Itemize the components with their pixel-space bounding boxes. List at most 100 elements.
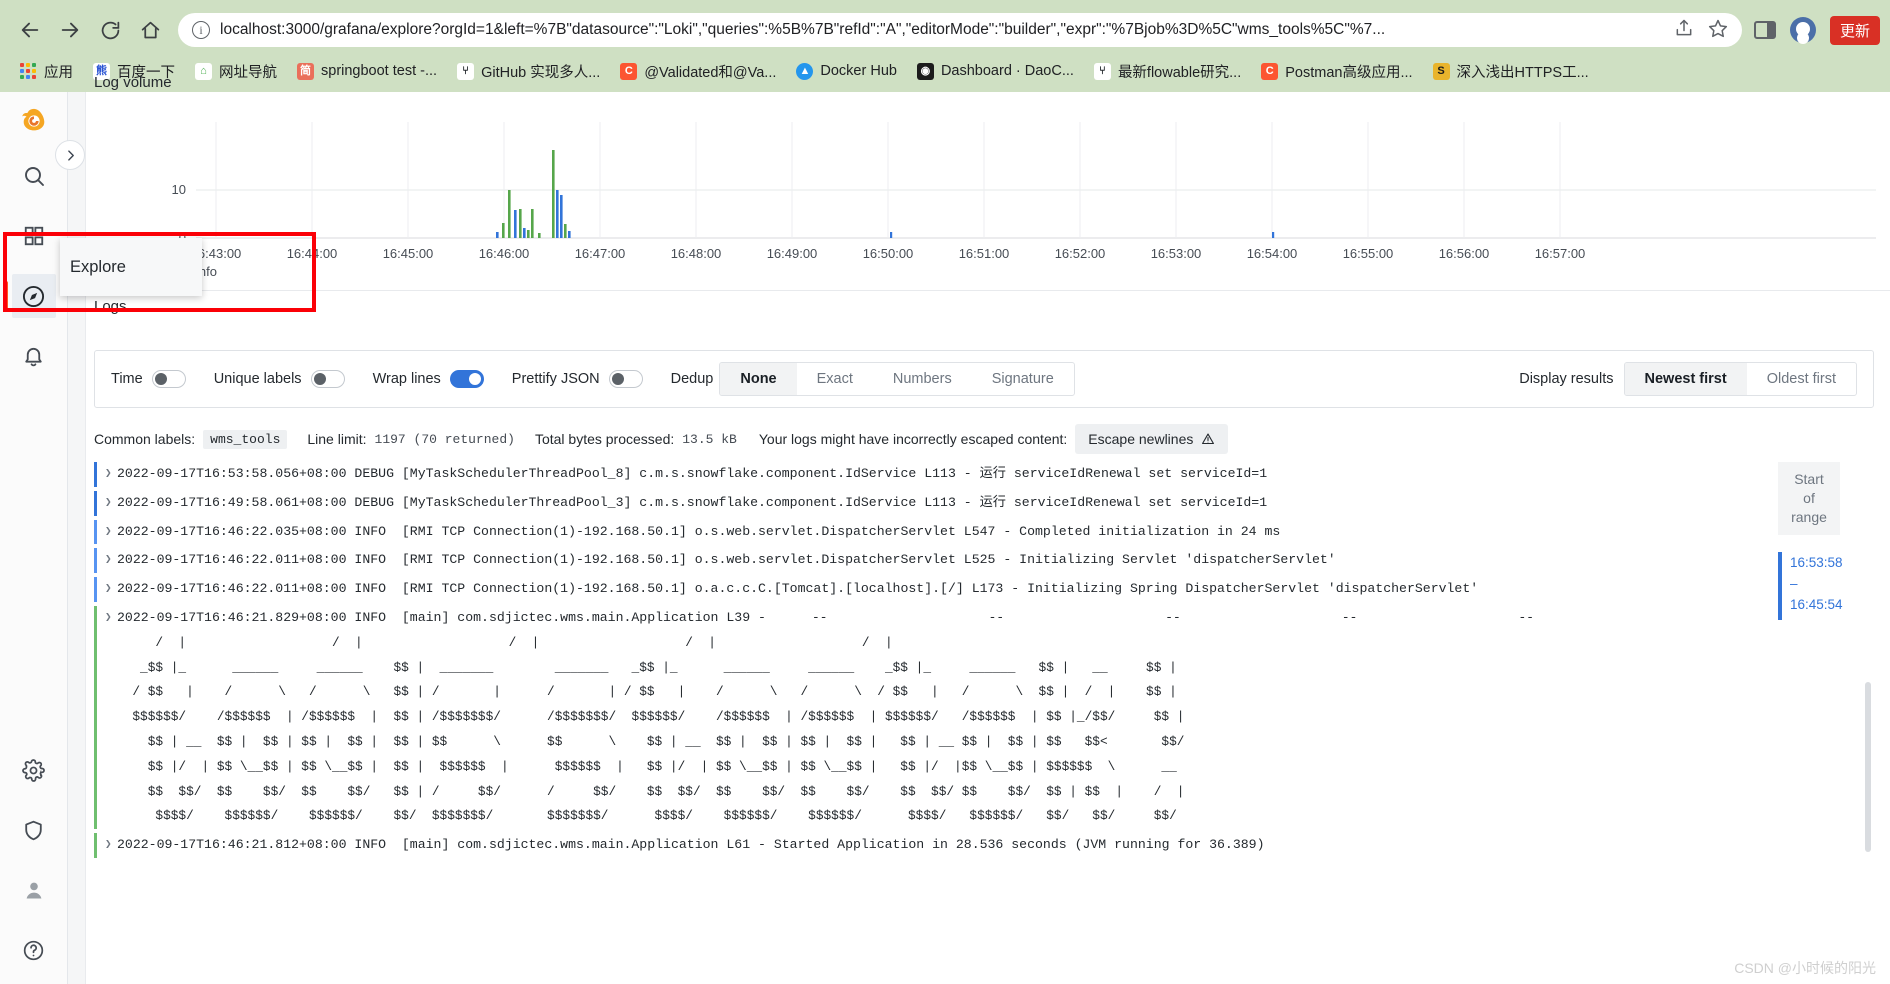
bookmark-label: GitHub 实现多人...: [481, 61, 600, 82]
bookmark-label: Dashboard · DaoC...: [941, 63, 1074, 79]
site-info-icon[interactable]: i: [192, 21, 210, 39]
chevron-right-icon[interactable]: ❯: [105, 548, 117, 573]
svg-text:16:48:00: 16:48:00: [671, 246, 722, 261]
sidebar-item-search[interactable]: [12, 154, 56, 198]
log-line-text: 2022-09-17T16:46:22.035+08:00 INFO [RMI …: [117, 520, 1754, 545]
sidebar-secondary-rail: [68, 92, 86, 984]
chevron-right-icon[interactable]: ❯: [105, 520, 117, 545]
vertical-scrollbar[interactable]: [1865, 682, 1871, 852]
wrap-lines-toggle-group[interactable]: Wrap lines: [373, 370, 484, 388]
escape-warning-text: Your logs might have incorrectly escaped…: [759, 431, 1067, 447]
common-labels-value[interactable]: wms_tools: [203, 430, 287, 449]
home-icon[interactable]: [130, 10, 170, 50]
bookmark-item[interactable]: C Postman高级应用...: [1253, 57, 1420, 86]
share-icon[interactable]: [1674, 18, 1694, 43]
prettify-json-toggle-group[interactable]: Prettify JSON: [512, 370, 643, 388]
range-separator: –: [1790, 573, 1843, 594]
sidebar-item-dashboards[interactable]: [12, 214, 56, 258]
bookmarks-bar: 应用 熊 百度一下 ⌂ 网址导航 简 springboot test -... …: [0, 50, 1890, 92]
log-level-bar: [94, 491, 97, 516]
sidebar-item-configuration[interactable]: [12, 748, 56, 792]
github-icon: ⑂: [457, 63, 474, 80]
dedup-option-exact[interactable]: Exact: [797, 363, 873, 395]
grafana-logo[interactable]: [17, 104, 51, 138]
svg-text:16:56:00: 16:56:00: [1439, 246, 1490, 261]
display-results-label: Display results: [1519, 371, 1613, 387]
profile-avatar-icon[interactable]: [1790, 17, 1816, 43]
reload-icon[interactable]: [90, 10, 130, 50]
sidebar-item-alerting[interactable]: [12, 334, 56, 378]
explore-tooltip: Explore: [60, 238, 202, 296]
logs-panel-title: Logs: [94, 298, 127, 315]
order-radio-group[interactable]: Newest first Oldest first: [1624, 362, 1858, 396]
table-row[interactable]: ❯ 2022-09-17T16:46:21.829+08:00 INFO [ma…: [94, 604, 1754, 831]
table-row[interactable]: ❯ 2022-09-17T16:46:22.011+08:00 INFO [RM…: [94, 575, 1754, 604]
bookmark-item[interactable]: ▲ Docker Hub: [788, 59, 905, 84]
svg-text:16:45:00: 16:45:00: [383, 246, 434, 261]
chevron-right-icon[interactable]: ❯: [105, 491, 117, 516]
table-row[interactable]: ❯ 2022-09-17T16:46:22.011+08:00 INFO [RM…: [94, 546, 1754, 575]
bookmark-star-icon[interactable]: [1708, 18, 1728, 43]
wrap-lines-toggle[interactable]: [450, 370, 484, 388]
svg-text:16:55:00: 16:55:00: [1343, 246, 1394, 261]
time-toggle[interactable]: [152, 370, 186, 388]
table-row[interactable]: ❯ 2022-09-17T16:46:22.035+08:00 INFO [RM…: [94, 518, 1754, 547]
chevron-right-icon[interactable]: ❯: [105, 833, 117, 858]
prettify-json-toggle[interactable]: [609, 370, 643, 388]
side-panel-icon[interactable]: [1754, 21, 1776, 39]
bookmark-item[interactable]: C @Validated和@Va...: [612, 57, 784, 86]
table-row[interactable]: ❯ 2022-09-17T16:53:58.056+08:00 DEBUG [M…: [94, 460, 1754, 489]
log-volume-chart[interactable]: 10 0: [86, 102, 1876, 262]
escape-newlines-button[interactable]: Escape newlines: [1075, 424, 1228, 454]
bookmark-item[interactable]: ⑂ GitHub 实现多人...: [449, 57, 608, 86]
sidebar-item-explore[interactable]: [12, 274, 56, 318]
log-level-bar: [94, 520, 97, 545]
address-bar[interactable]: i localhost:3000/grafana/explore?orgId=1…: [178, 13, 1742, 47]
back-arrow-icon[interactable]: [10, 10, 50, 50]
chevron-right-icon[interactable]: ❯: [105, 606, 117, 631]
sidebar-item-server-admin[interactable]: [12, 808, 56, 852]
sidebar-item-profile[interactable]: [12, 868, 56, 912]
sidebar-item-help[interactable]: [12, 928, 56, 972]
bookmark-item[interactable]: S 深入浅出HTTPS工...: [1425, 57, 1597, 86]
bookmark-label: Docker Hub: [820, 63, 897, 79]
range-start-time: 16:53:58: [1790, 552, 1843, 573]
bookmark-item[interactable]: 应用: [12, 57, 81, 86]
bookmark-label: @Validated和@Va...: [644, 61, 776, 82]
dedup-option-none[interactable]: None: [720, 363, 796, 395]
common-labels-label: Common labels:: [94, 431, 195, 447]
bookmark-label: 应用: [44, 61, 73, 82]
table-row[interactable]: ❯ 2022-09-17T16:46:21.812+08:00 INFO [ma…: [94, 831, 1754, 860]
order-option-newest-first[interactable]: Newest first: [1625, 363, 1747, 395]
range-marker-times: 16:53:58 – 16:45:54: [1790, 552, 1843, 615]
update-button[interactable]: 更新: [1830, 16, 1880, 45]
unique-labels-toggle-group[interactable]: Unique labels: [214, 370, 345, 388]
bookmark-label: Postman高级应用...: [1285, 61, 1412, 82]
table-row[interactable]: ❯ 2022-09-17T16:49:58.061+08:00 DEBUG [M…: [94, 489, 1754, 518]
time-range-marker: 16:53:58 – 16:45:54: [1778, 552, 1843, 620]
time-label: Time: [111, 371, 143, 387]
logs-controls-card: Time Unique labels Wrap lines Prettify J…: [94, 350, 1874, 408]
chevron-right-icon[interactable]: ❯: [105, 577, 117, 602]
svg-text:16:52:00: 16:52:00: [1055, 246, 1106, 261]
svg-text:16:49:00: 16:49:00: [767, 246, 818, 261]
bookmark-item[interactable]: ⑂ 最新flowable研究...: [1086, 57, 1249, 86]
sidebar-bottom-group: [12, 732, 56, 984]
bookmark-item[interactable]: 简 springboot test -...: [289, 59, 445, 84]
apps-grid-icon: [20, 63, 37, 80]
dedup-option-signature[interactable]: Signature: [972, 363, 1074, 395]
dedup-option-numbers[interactable]: Numbers: [873, 363, 972, 395]
time-toggle-group[interactable]: Time: [111, 370, 186, 388]
grafana-app: Log volume: [0, 92, 1890, 984]
total-bytes-label: Total bytes processed:: [535, 431, 674, 447]
bookmark-item[interactable]: ◉ Dashboard · DaoC...: [909, 59, 1082, 84]
bookmark-item[interactable]: ⌂ 网址导航: [187, 57, 285, 86]
bookmark-label: springboot test -...: [321, 63, 437, 79]
chevron-right-icon[interactable]: ❯: [105, 462, 117, 487]
chevron-right-icon[interactable]: [55, 140, 85, 170]
forward-arrow-icon[interactable]: [50, 10, 90, 50]
unique-labels-toggle[interactable]: [311, 370, 345, 388]
order-option-oldest-first[interactable]: Oldest first: [1747, 363, 1856, 395]
dedup-radio-group[interactable]: None Exact Numbers Signature: [719, 362, 1074, 396]
start-of-range-badge: Start of range: [1778, 462, 1840, 535]
